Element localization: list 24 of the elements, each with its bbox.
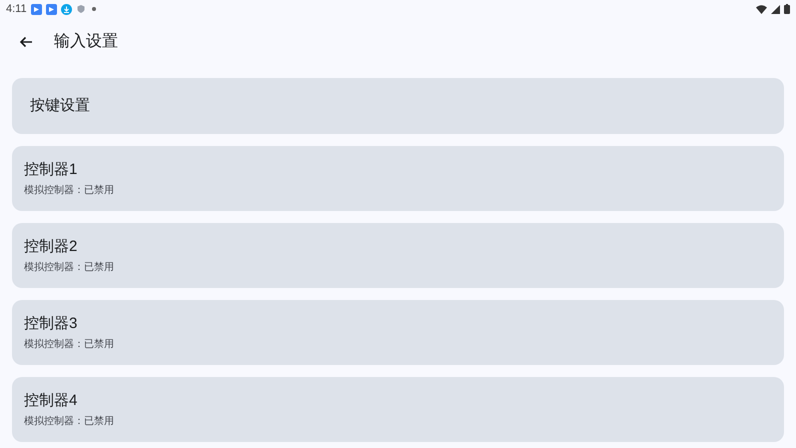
wifi-icon [756, 4, 767, 14]
controller-item[interactable]: 控制器3 模拟控制器：已禁用 [12, 300, 784, 365]
controller-title: 控制器3 [24, 314, 78, 332]
app-notification-icon [30, 4, 42, 14]
controller-status: 模拟控制器：已禁用 [24, 416, 115, 428]
dot-icon [92, 7, 96, 11]
app-notification-icon [46, 4, 57, 14]
page-title: 输入设置 [54, 32, 118, 52]
download-icon [60, 4, 72, 14]
controller-title: 控制器1 [24, 160, 78, 178]
status-time: 4:11 [6, 2, 27, 17]
controller-item[interactable]: 控制器4 模拟控制器：已禁用 [12, 377, 784, 442]
key-settings-item[interactable]: 按键设置 [12, 78, 784, 134]
controller-title: 控制器4 [24, 392, 78, 410]
controller-status: 模拟控制器：已禁用 [24, 262, 115, 274]
shield-icon [76, 4, 86, 14]
battery-icon [784, 4, 790, 14]
signal-icon [771, 4, 780, 14]
controller-title: 控制器2 [24, 238, 78, 256]
back-arrow-icon [19, 36, 33, 48]
controller-status: 模拟控制器：已禁用 [24, 184, 115, 196]
controller-item[interactable]: 控制器1 模拟控制器：已禁用 [12, 146, 784, 211]
controller-item[interactable]: 控制器2 模拟控制器：已禁用 [12, 223, 784, 288]
controller-status: 模拟控制器：已禁用 [24, 338, 115, 350]
